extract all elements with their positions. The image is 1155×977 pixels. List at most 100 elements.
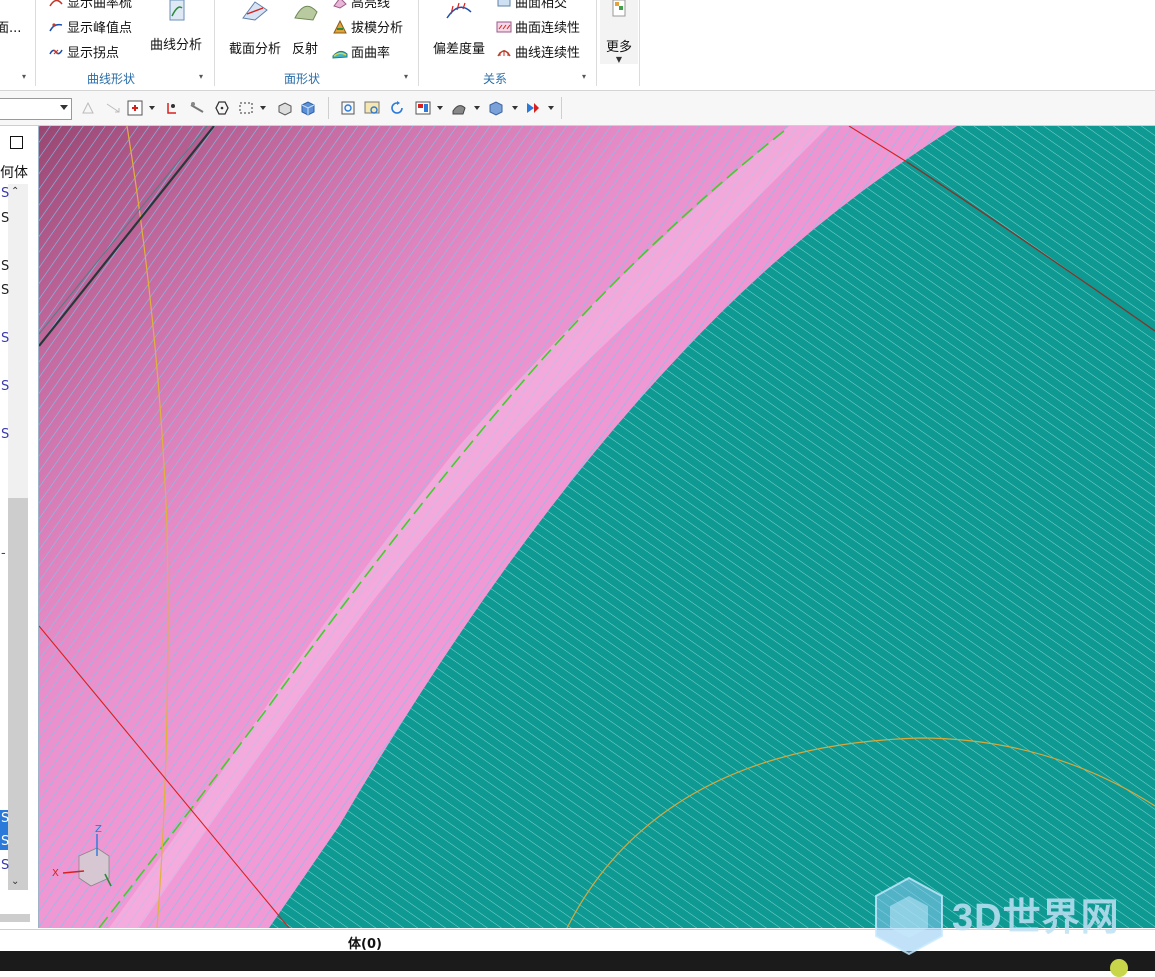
box-select-icon[interactable]: [238, 100, 254, 116]
relation-group-expand[interactable]: ▾: [582, 72, 586, 81]
measure-icon[interactable]: [189, 100, 205, 116]
curve-group-expand[interactable]: ▾: [199, 72, 203, 81]
more-label: 更多: [605, 40, 632, 55]
face-intersect-icon: [497, 0, 511, 6]
relation-group-title: 关系: [483, 72, 508, 86]
deviation-gauge-icon: [446, 2, 472, 19]
select-grid-icon[interactable]: [127, 100, 143, 116]
graphics-viewport[interactable]: Z X: [39, 126, 1155, 928]
list-item[interactable]: S: [1, 259, 9, 274]
curve-continuity-label: 曲线连续性: [515, 46, 581, 61]
status-bar: 体(0): [0, 929, 1155, 952]
wireframe-box-icon[interactable]: [277, 100, 293, 116]
chevron-down-icon[interactable]: [260, 106, 266, 110]
curve-analysis-icon: [169, 0, 185, 21]
more-group: 更多 ▼: [597, 0, 641, 90]
highlight-lines-button[interactable]: 高亮线: [332, 0, 390, 11]
curve-continuity-icon: [497, 49, 511, 56]
ribbon: 面... 显示曲率梳 显示峰值点 显示拐点 曲线分析 ▾ 曲线形状 ▾ 截面分析: [0, 0, 1155, 91]
list-item[interactable]: S: [1, 186, 9, 201]
inflection-icon: [49, 49, 63, 54]
curvature-comb-icon: [49, 0, 63, 6]
list-item[interactable]: S: [1, 331, 9, 346]
snap-arrow-icon[interactable]: [105, 100, 121, 116]
list-item[interactable]: S: [1, 379, 9, 394]
list-item[interactable]: S: [1, 211, 9, 226]
axis-x-label: X: [52, 868, 59, 879]
face-curvature-label: 面曲率: [351, 46, 391, 61]
draft-analysis-icon: [333, 19, 347, 33]
face-curvature-icon: [332, 50, 348, 59]
render-style-icon[interactable]: [451, 100, 467, 116]
hexagon-icon[interactable]: [214, 100, 230, 116]
os-taskbar: [0, 951, 1155, 977]
group-divider: [35, 0, 36, 86]
face-curvature-button[interactable]: 面曲率: [332, 42, 390, 61]
chevron-down-icon[interactable]: [149, 106, 155, 110]
chevron-up-icon[interactable]: ⌃: [11, 186, 19, 197]
display-filter-icon[interactable]: [525, 100, 541, 116]
face-intersect-button[interactable]: 曲面相交: [496, 0, 567, 11]
chevron-down-icon[interactable]: [474, 106, 480, 110]
selection-status-text: 体(0): [348, 937, 382, 952]
group-divider: [639, 0, 640, 86]
face-continuity-button[interactable]: 曲面连续性: [496, 17, 580, 36]
reflection-icon: [294, 5, 318, 21]
show-peak-button[interactable]: 显示峰值点: [48, 17, 132, 36]
face-continuity-label: 曲面连续性: [515, 21, 581, 36]
horizontal-scrollbar-thumb[interactable]: [0, 914, 30, 922]
navigator-header: 何体: [0, 165, 28, 181]
chevron-down-icon[interactable]: ⌄: [11, 876, 19, 887]
deviation-gauge-button[interactable]: 偏差度量: [429, 0, 489, 57]
curve-continuity-button[interactable]: 曲线连续性: [496, 42, 580, 61]
view-cube-icon[interactable]: [488, 100, 504, 116]
draft-analysis-button[interactable]: 拔模分析: [332, 17, 403, 36]
layout-icon[interactable]: [415, 100, 431, 116]
chevron-down-icon[interactable]: [512, 106, 518, 110]
more-button[interactable]: 更多 ▼: [600, 0, 638, 64]
more-dropdown-arrow: ▼: [615, 55, 623, 64]
more-icon: [612, 0, 626, 17]
selection-filter-combo[interactable]: [0, 98, 72, 120]
show-curvature-comb-button[interactable]: 显示曲率梳: [48, 0, 132, 11]
chevron-down-icon[interactable]: [548, 106, 554, 110]
face-group-expand[interactable]: ▾: [404, 72, 408, 81]
rotate-icon[interactable]: [389, 100, 405, 116]
list-item[interactable]: S: [1, 834, 9, 849]
cut-face-label: 面...: [0, 21, 22, 36]
curve-shape-group: 面... 显示曲率梳 显示峰值点 显示拐点 曲线分析 ▾ 曲线形状 ▾: [0, 0, 212, 90]
list-item[interactable]: S: [1, 858, 9, 873]
section-analysis-button[interactable]: 截面分析: [225, 0, 285, 57]
snap-point-icon[interactable]: [80, 100, 96, 116]
maximize-icon[interactable]: [10, 136, 23, 149]
section-analysis-icon: [242, 1, 268, 21]
show-inflection-button[interactable]: 显示拐点: [48, 42, 119, 61]
zoom-fit-icon[interactable]: [340, 100, 356, 116]
curvature-comb-label: 显示曲率梳: [67, 0, 133, 11]
triad-cube: [78, 847, 110, 887]
chevron-down-icon[interactable]: [437, 106, 443, 110]
face-continuity-icon: [496, 21, 512, 32]
reflection-button[interactable]: 反射: [287, 0, 323, 57]
view-toolbar: [0, 91, 1155, 126]
zoom-window-icon[interactable]: [364, 100, 380, 116]
shaded-box-icon[interactable]: [300, 100, 316, 116]
face-shape-group: 截面分析 反射 高亮线 拔模分析 面曲率 面形状 ▾: [215, 0, 417, 90]
highlight-lines-icon: [333, 0, 347, 9]
curve-group-launcher[interactable]: ▾: [22, 72, 26, 81]
list-item[interactable]: S: [1, 811, 9, 826]
axis-z-label: Z: [95, 824, 102, 835]
curve-analysis-button[interactable]: 曲线分析: [146, 0, 206, 53]
highlight-lines-label: 高亮线: [351, 0, 391, 11]
transform-icon[interactable]: [164, 100, 180, 116]
cut-face-button[interactable]: 面...: [0, 17, 21, 36]
toolbar-divider: [328, 97, 329, 119]
tray-icon[interactable]: [1110, 959, 1128, 977]
inflection-label: 显示拐点: [67, 46, 120, 61]
reflection-label: 反射: [291, 42, 318, 57]
list-item[interactable]: S: [1, 427, 9, 442]
list-item[interactable]: S: [1, 283, 9, 298]
scrollbar-thumb[interactable]: [8, 498, 28, 890]
list-item-dash: -: [1, 546, 6, 561]
part-navigator-panel: 何体 ⌃ ⌄ S S S S S S S - S S S: [0, 126, 39, 928]
